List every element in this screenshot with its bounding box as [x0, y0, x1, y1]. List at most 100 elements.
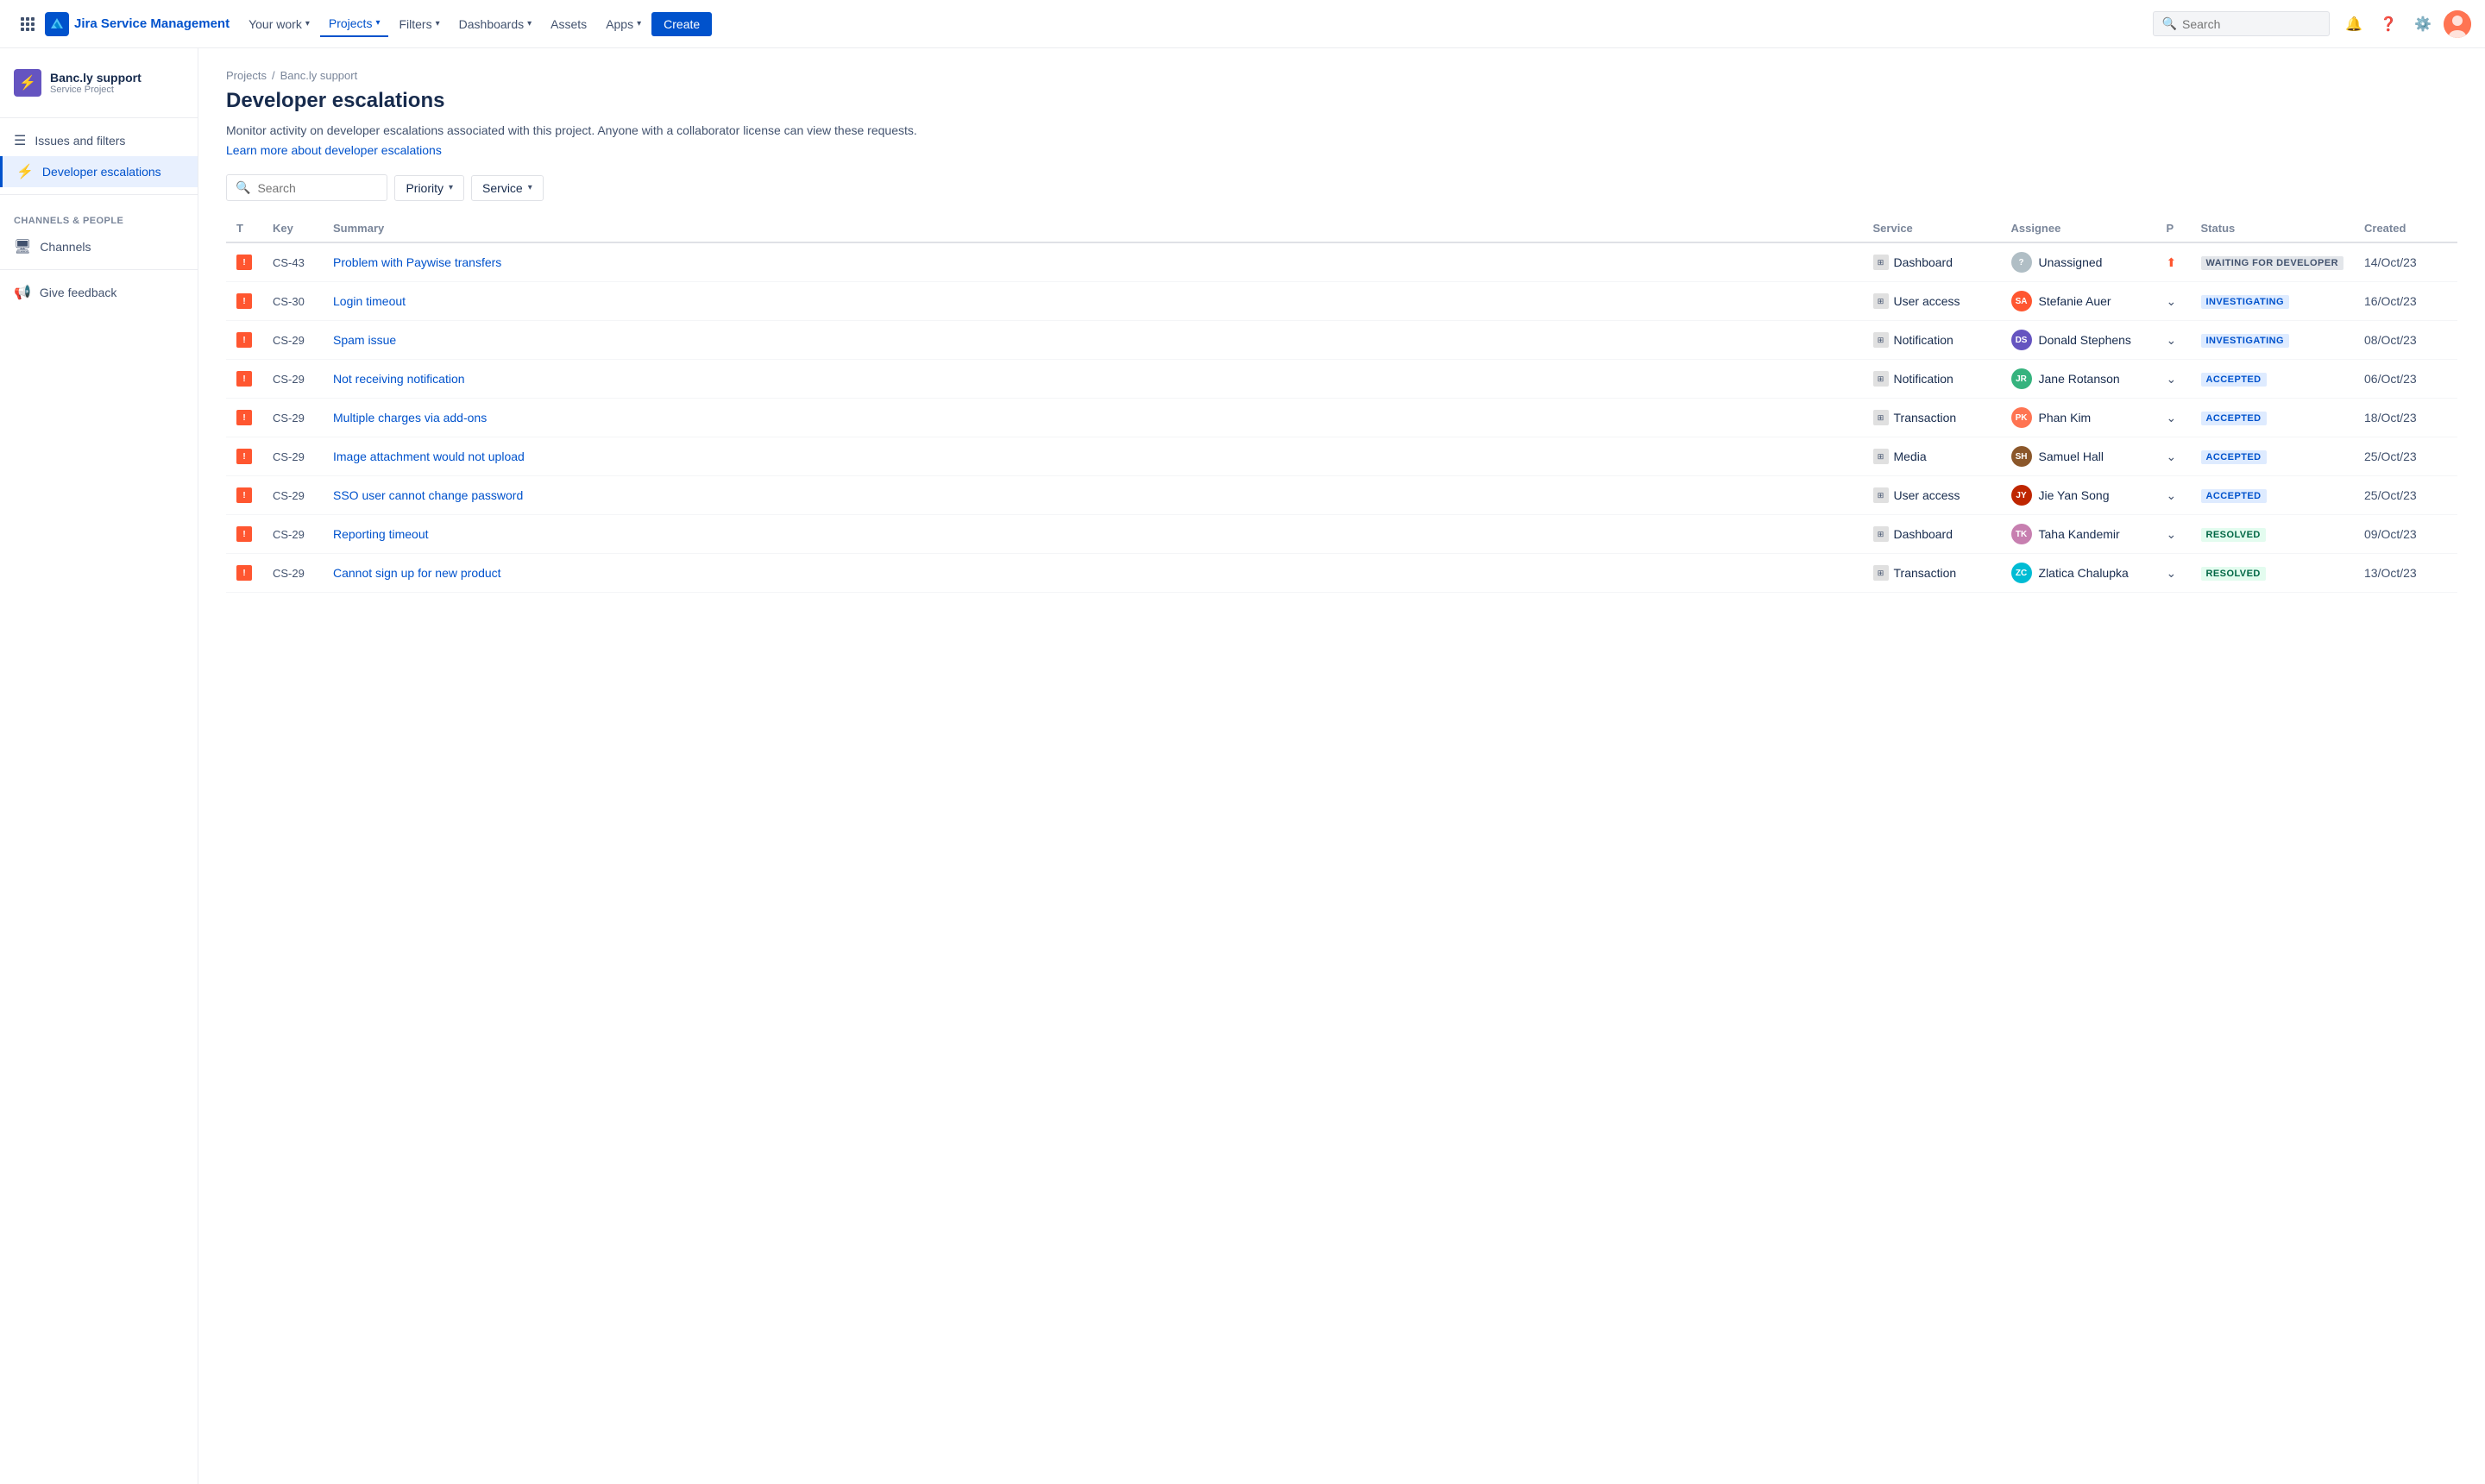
- service-icon: ⊞: [1873, 255, 1889, 270]
- service-name: Notification: [1894, 372, 1953, 386]
- sidebar-item-issues[interactable]: ☰ Issues and filters: [0, 125, 198, 156]
- issue-summary-link[interactable]: SSO user cannot change password: [333, 488, 523, 502]
- issue-key-cell: CS-29: [262, 360, 323, 399]
- nav-your-work[interactable]: Your work ▾: [240, 12, 318, 36]
- priority-low-icon: ⌄: [2167, 488, 2177, 502]
- issue-status-cell: ACCEPTED: [2191, 399, 2354, 437]
- issue-summary-link[interactable]: Problem with Paywise transfers: [333, 255, 501, 269]
- sidebar-item-label: Developer escalations: [42, 165, 161, 179]
- service-filter-button[interactable]: Service ▾: [471, 175, 544, 201]
- issues-icon: ☰: [14, 132, 26, 149]
- issue-service-cell: ⊞ Transaction: [1863, 554, 2001, 593]
- service-icon: ⊞: [1873, 526, 1889, 542]
- issue-key: CS-30: [273, 295, 305, 308]
- issue-priority-cell: ⬆: [2156, 242, 2191, 282]
- sidebar-item-developer-escalations[interactable]: ⚡ Developer escalations: [0, 156, 198, 187]
- sidebar: ⚡ Banc.ly support Service Project ☰ Issu…: [0, 48, 198, 1484]
- service-name: Transaction: [1894, 411, 1957, 424]
- issue-created-cell: 13/Oct/23: [2354, 554, 2457, 593]
- issue-type-cell: !: [226, 242, 262, 282]
- col-header-status: Status: [2191, 215, 2354, 242]
- col-header-t: T: [226, 215, 262, 242]
- table-header: T Key Summary Service Assignee P Status …: [226, 215, 2457, 242]
- issue-type-cell: !: [226, 321, 262, 360]
- feedback-icon: 📢: [14, 284, 31, 301]
- assignee-name: Unassigned: [2039, 255, 2103, 269]
- issue-summary-link[interactable]: Reporting timeout: [333, 527, 429, 541]
- service-cell: ⊞ User access: [1873, 293, 1991, 309]
- issue-summary-cell: Problem with Paywise transfers: [323, 242, 1863, 282]
- issue-created-cell: 25/Oct/23: [2354, 437, 2457, 476]
- breadcrumb-projects[interactable]: Projects: [226, 69, 267, 82]
- assignee-cell: ? Unassigned: [2011, 252, 2146, 273]
- issue-key: CS-29: [273, 373, 305, 386]
- nav-assets[interactable]: Assets: [542, 12, 595, 36]
- nav-apps[interactable]: Apps ▾: [597, 12, 650, 36]
- assignee-name: Samuel Hall: [2039, 450, 2104, 463]
- table-row: ! CS-30 Login timeout ⊞ User access SA S…: [226, 282, 2457, 321]
- assignee-cell: SH Samuel Hall: [2011, 446, 2146, 467]
- table-row: ! CS-29 Cannot sign up for new product ⊞…: [226, 554, 2457, 593]
- help-button[interactable]: ❓: [2375, 10, 2402, 38]
- notifications-button[interactable]: 🔔: [2340, 10, 2368, 38]
- learn-more-link[interactable]: Learn more about developer escalations: [226, 143, 442, 157]
- global-search[interactable]: 🔍: [2153, 11, 2330, 36]
- sidebar-project[interactable]: ⚡ Banc.ly support Service Project: [0, 62, 198, 110]
- nav-dashboards[interactable]: Dashboards ▾: [450, 12, 541, 36]
- search-filter-input[interactable]: [257, 181, 378, 195]
- priority-filter-button[interactable]: Priority ▾: [394, 175, 464, 201]
- issue-summary-link[interactable]: Image attachment would not upload: [333, 450, 525, 463]
- issue-summary-link[interactable]: Not receiving notification: [333, 372, 465, 386]
- issue-summary-link[interactable]: Multiple charges via add-ons: [333, 411, 487, 424]
- issue-key-cell: CS-43: [262, 242, 323, 282]
- assignee-name: Donald Stephens: [2039, 333, 2131, 347]
- search-input[interactable]: [2182, 17, 2320, 31]
- issue-assignee-cell: ? Unassigned: [2001, 242, 2156, 282]
- issue-type-cell: !: [226, 515, 262, 554]
- issue-service-cell: ⊞ Media: [1863, 437, 2001, 476]
- sidebar-divider: [0, 117, 198, 118]
- breadcrumb-separator: /: [272, 69, 275, 82]
- issue-priority-cell: ⌄: [2156, 515, 2191, 554]
- create-button[interactable]: Create: [651, 12, 712, 36]
- priority-low-icon: ⌄: [2167, 450, 2177, 463]
- issue-assignee-cell: JY Jie Yan Song: [2001, 476, 2156, 515]
- issue-key: CS-29: [273, 567, 305, 580]
- issue-assignee-cell: SH Samuel Hall: [2001, 437, 2156, 476]
- service-name: User access: [1894, 488, 1960, 502]
- issue-assignee-cell: TK Taha Kandemir: [2001, 515, 2156, 554]
- nav-projects[interactable]: Projects ▾: [320, 11, 389, 37]
- service-cell: ⊞ User access: [1873, 487, 1991, 503]
- search-icon: 🔍: [236, 180, 250, 195]
- assignee-name: Jie Yan Song: [2039, 488, 2110, 502]
- status-badge: WAITING FOR DEVELOPER: [2201, 256, 2343, 270]
- status-badge: RESOLVED: [2201, 528, 2266, 542]
- service-cell: ⊞ Dashboard: [1873, 526, 1991, 542]
- issue-created-cell: 06/Oct/23: [2354, 360, 2457, 399]
- issues-table: T Key Summary Service Assignee P Status …: [226, 215, 2457, 593]
- nav-filters[interactable]: Filters ▾: [390, 12, 448, 36]
- issue-service-cell: ⊞ Notification: [1863, 360, 2001, 399]
- breadcrumb-project-name[interactable]: Banc.ly support: [280, 69, 358, 82]
- col-header-priority: P: [2156, 215, 2191, 242]
- assignee-name: Taha Kandemir: [2039, 527, 2120, 541]
- settings-button[interactable]: ⚙️: [2409, 10, 2437, 38]
- assignee-cell: PK Phan Kim: [2011, 407, 2146, 428]
- app-title: Jira Service Management: [74, 16, 230, 31]
- sidebar-item-give-feedback[interactable]: 📢 Give feedback: [0, 277, 198, 308]
- breadcrumb: Projects / Banc.ly support: [226, 69, 2457, 82]
- user-avatar[interactable]: [2444, 10, 2471, 38]
- app-logo[interactable]: Jira Service Management: [45, 12, 230, 36]
- sidebar-item-channels[interactable]: 🖥 Channels: [0, 231, 198, 262]
- issue-service-cell: ⊞ User access: [1863, 476, 2001, 515]
- issue-summary-link[interactable]: Cannot sign up for new product: [333, 566, 501, 580]
- chevron-down-icon: ▾: [527, 19, 532, 28]
- sidebar-item-label: Issues and filters: [35, 134, 125, 148]
- issue-summary-link[interactable]: Login timeout: [333, 294, 406, 308]
- sidebar-item-label: Give feedback: [40, 286, 117, 299]
- grid-icon[interactable]: [14, 10, 41, 38]
- issue-created-cell: 18/Oct/23: [2354, 399, 2457, 437]
- escalations-icon: ⚡: [16, 163, 34, 180]
- search-filter[interactable]: 🔍: [226, 174, 387, 201]
- issue-summary-link[interactable]: Spam issue: [333, 333, 396, 347]
